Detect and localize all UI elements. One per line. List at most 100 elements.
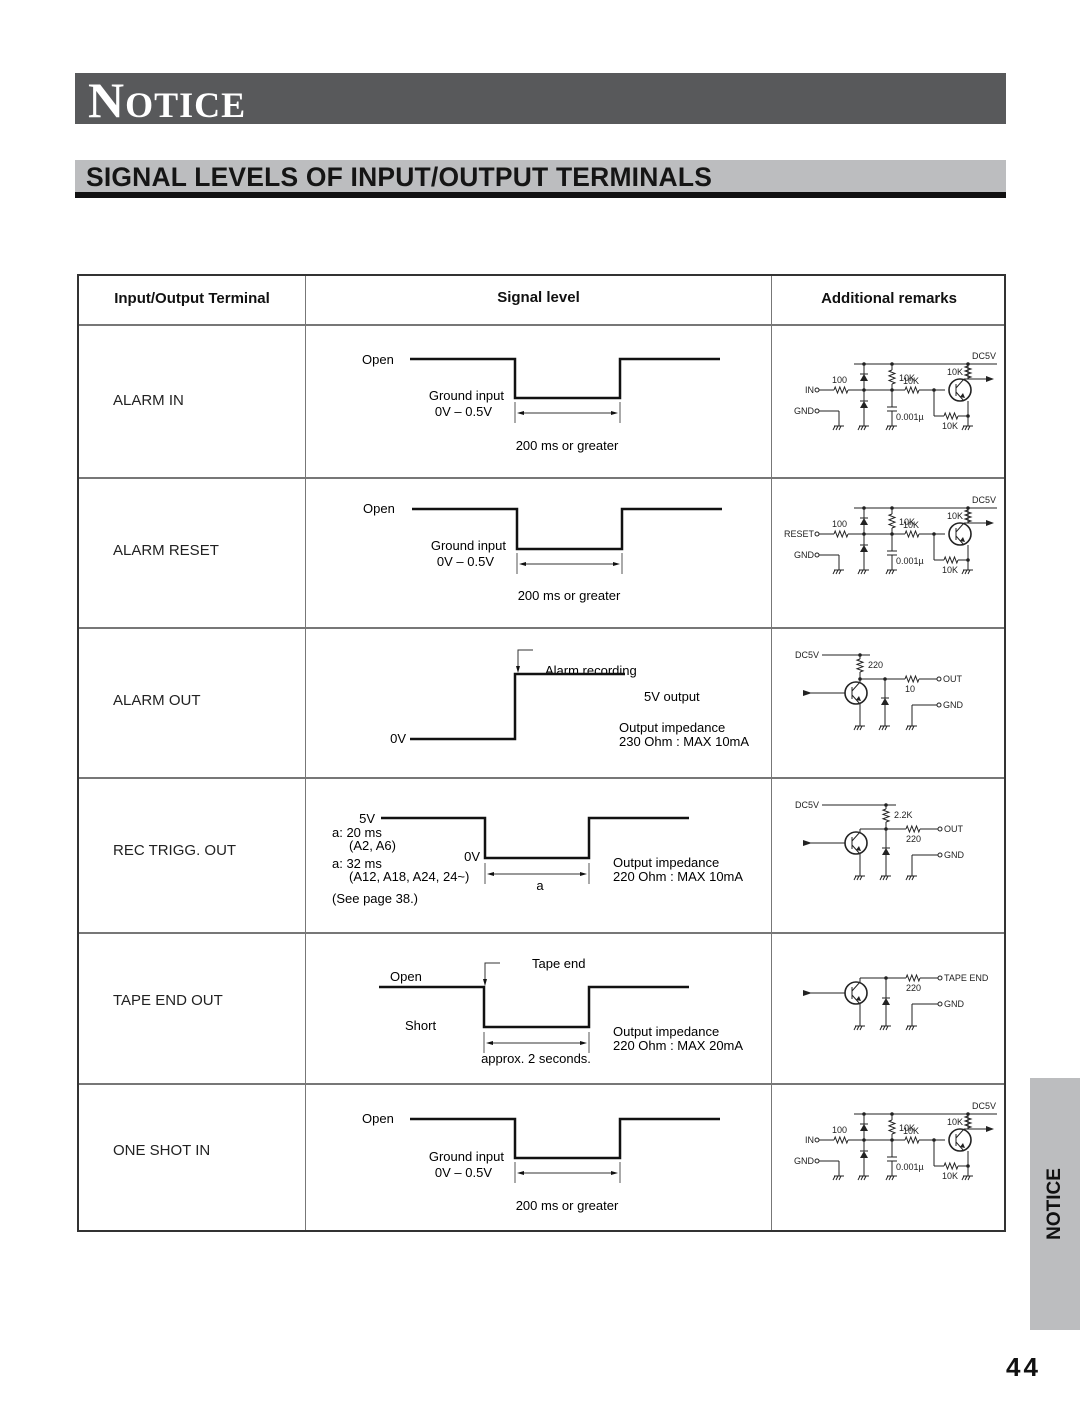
- diode-icon: [860, 1124, 868, 1131]
- output-arrow-icon: [986, 1126, 994, 1132]
- label-r-col: 10K: [947, 1117, 963, 1127]
- ground-icon: [885, 569, 889, 575]
- ground-icon: [857, 569, 861, 575]
- label-5v: 5V: [359, 811, 375, 826]
- label-gnd: GND: [794, 550, 815, 560]
- ground-icon: [891, 425, 895, 431]
- arrow-left-icon: [517, 1171, 524, 1175]
- input-arrow-icon: [803, 840, 812, 846]
- label-gnd: GND: [794, 406, 815, 416]
- terminal-icon: [814, 531, 820, 537]
- ground-icon: [961, 569, 965, 575]
- output-circuit-diagram-rec-trigg-out: DC5V 2.2K OUT 220 GND: [795, 800, 965, 881]
- label-dc5v: DC5V: [795, 800, 819, 810]
- junction-dot: [966, 414, 970, 418]
- diode-icon: [860, 1151, 868, 1158]
- ground-icon: [891, 1175, 895, 1181]
- label-dc5v: DC5V: [972, 495, 996, 505]
- signal-waveform-alarm-reset: Open Ground input 0V – 0.5V 200 ms or gr…: [363, 501, 722, 603]
- arrow-right-icon: [611, 1171, 618, 1175]
- ground-icon: [835, 425, 839, 431]
- resistor-icon: [887, 1119, 897, 1135]
- junction-dot: [862, 1138, 866, 1142]
- ground-icon: [911, 725, 915, 731]
- ground-icon: [967, 569, 971, 575]
- signal-waveform-alarm-in: Open Ground input 0V – 0.5V 200 ms or gr…: [362, 352, 720, 453]
- label-see-page: (See page 38.): [332, 891, 418, 906]
- label-dc5v: DC5V: [795, 650, 819, 660]
- junction-dot: [966, 558, 970, 562]
- label-capacitor: 0.001µ: [896, 412, 924, 422]
- output-arrow-icon: [986, 520, 994, 526]
- arrow-left-icon: [519, 562, 526, 566]
- ground-icon: [879, 1025, 883, 1031]
- transistor-icon: [844, 681, 868, 705]
- junction-dot: [966, 1112, 970, 1116]
- label-impedance-value: 230 Ohm : MAX 10mA: [619, 734, 749, 749]
- label-ground-input: Ground input: [429, 388, 505, 403]
- ground-icon: [885, 875, 889, 881]
- label-alarm-recording: Alarm recording: [545, 663, 637, 678]
- ground-icon: [859, 1025, 863, 1031]
- signal-waveform-alarm-out: Alarm recording 0V 5V output Output impe…: [390, 649, 749, 749]
- label-r-be: 10K: [942, 565, 958, 575]
- notice-title: NOTICE: [88, 75, 246, 130]
- arrow-right-icon: [613, 562, 620, 566]
- ground-icon: [859, 725, 863, 731]
- section-title: SIGNAL LEVELS OF INPUT/OUTPUT TERMINALS: [86, 162, 713, 192]
- ground-icon: [879, 875, 883, 881]
- terminal-icon: [814, 552, 820, 558]
- resistor-icon: [943, 1161, 959, 1171]
- notice-banner: NOTICE: [75, 73, 1006, 125]
- terminal-alarm-reset: ALARM RESET: [113, 542, 219, 559]
- resistor-icon: [833, 529, 849, 539]
- ground-icon: [967, 425, 971, 431]
- label-open: Open: [390, 969, 422, 984]
- output-circuit-diagram-tape-end-out: TAPE END 220 GND: [803, 973, 989, 1031]
- terminal-rec-trigg-out: REC TRIGG. OUT: [113, 842, 237, 859]
- label-0v: 0V: [464, 849, 480, 864]
- label-r-base: 10K: [903, 520, 919, 530]
- side-tab-label: NOTICE: [1044, 1168, 1065, 1240]
- terminal-icon: [814, 1137, 820, 1143]
- resistor-icon: [963, 1115, 973, 1129]
- label-input: RESET: [784, 529, 815, 539]
- notice-title-initial: N: [88, 72, 126, 128]
- ground-icon: [961, 1175, 965, 1181]
- ground-icon: [908, 875, 912, 881]
- ground-icon: [885, 1025, 889, 1031]
- terminal-icon: [814, 387, 820, 393]
- transistor-icon: [955, 1128, 965, 1139]
- label-r-col: 10K: [947, 511, 963, 521]
- label-5v-output: 5V output: [644, 689, 700, 704]
- resistor-icon: [881, 808, 891, 823]
- label-r-out: 220: [906, 983, 921, 993]
- label-duration: 200 ms or greater: [516, 1198, 619, 1213]
- label-ground-input: Ground input: [431, 538, 507, 553]
- signal-levels-table: Input/Output Terminal Signal level Addit…: [77, 274, 1006, 1232]
- ground-icon: [885, 1175, 889, 1181]
- label-voltage-range: 0V – 0.5V: [435, 1165, 492, 1180]
- section-heading-bar: SIGNAL LEVELS OF INPUT/OUTPUT TERMINALS: [75, 160, 1006, 198]
- label-impedance-value: 220 Ohm : MAX 10mA: [613, 869, 743, 884]
- transistor-icon: [948, 378, 972, 402]
- resistor-icon: [963, 365, 973, 379]
- junction-dot: [858, 677, 862, 681]
- terminal-icon: [937, 826, 943, 832]
- ground-icon: [838, 569, 842, 575]
- label-gnd: GND: [944, 850, 965, 860]
- arrow-right-icon: [580, 1041, 587, 1045]
- resistor-icon: [905, 824, 921, 834]
- ground-icon: [853, 725, 857, 731]
- ground-icon: [911, 1025, 915, 1031]
- terminal-icon: [937, 975, 943, 981]
- transistor-icon: [955, 522, 965, 533]
- ground-icon: [863, 1175, 867, 1181]
- label-out: OUT: [944, 824, 964, 834]
- resistor-icon: [887, 369, 897, 385]
- ground-icon: [860, 425, 864, 431]
- label-r-in: 100: [832, 1125, 847, 1135]
- resistor-icon: [905, 973, 921, 983]
- ground-icon: [838, 425, 842, 431]
- ground-icon: [863, 569, 867, 575]
